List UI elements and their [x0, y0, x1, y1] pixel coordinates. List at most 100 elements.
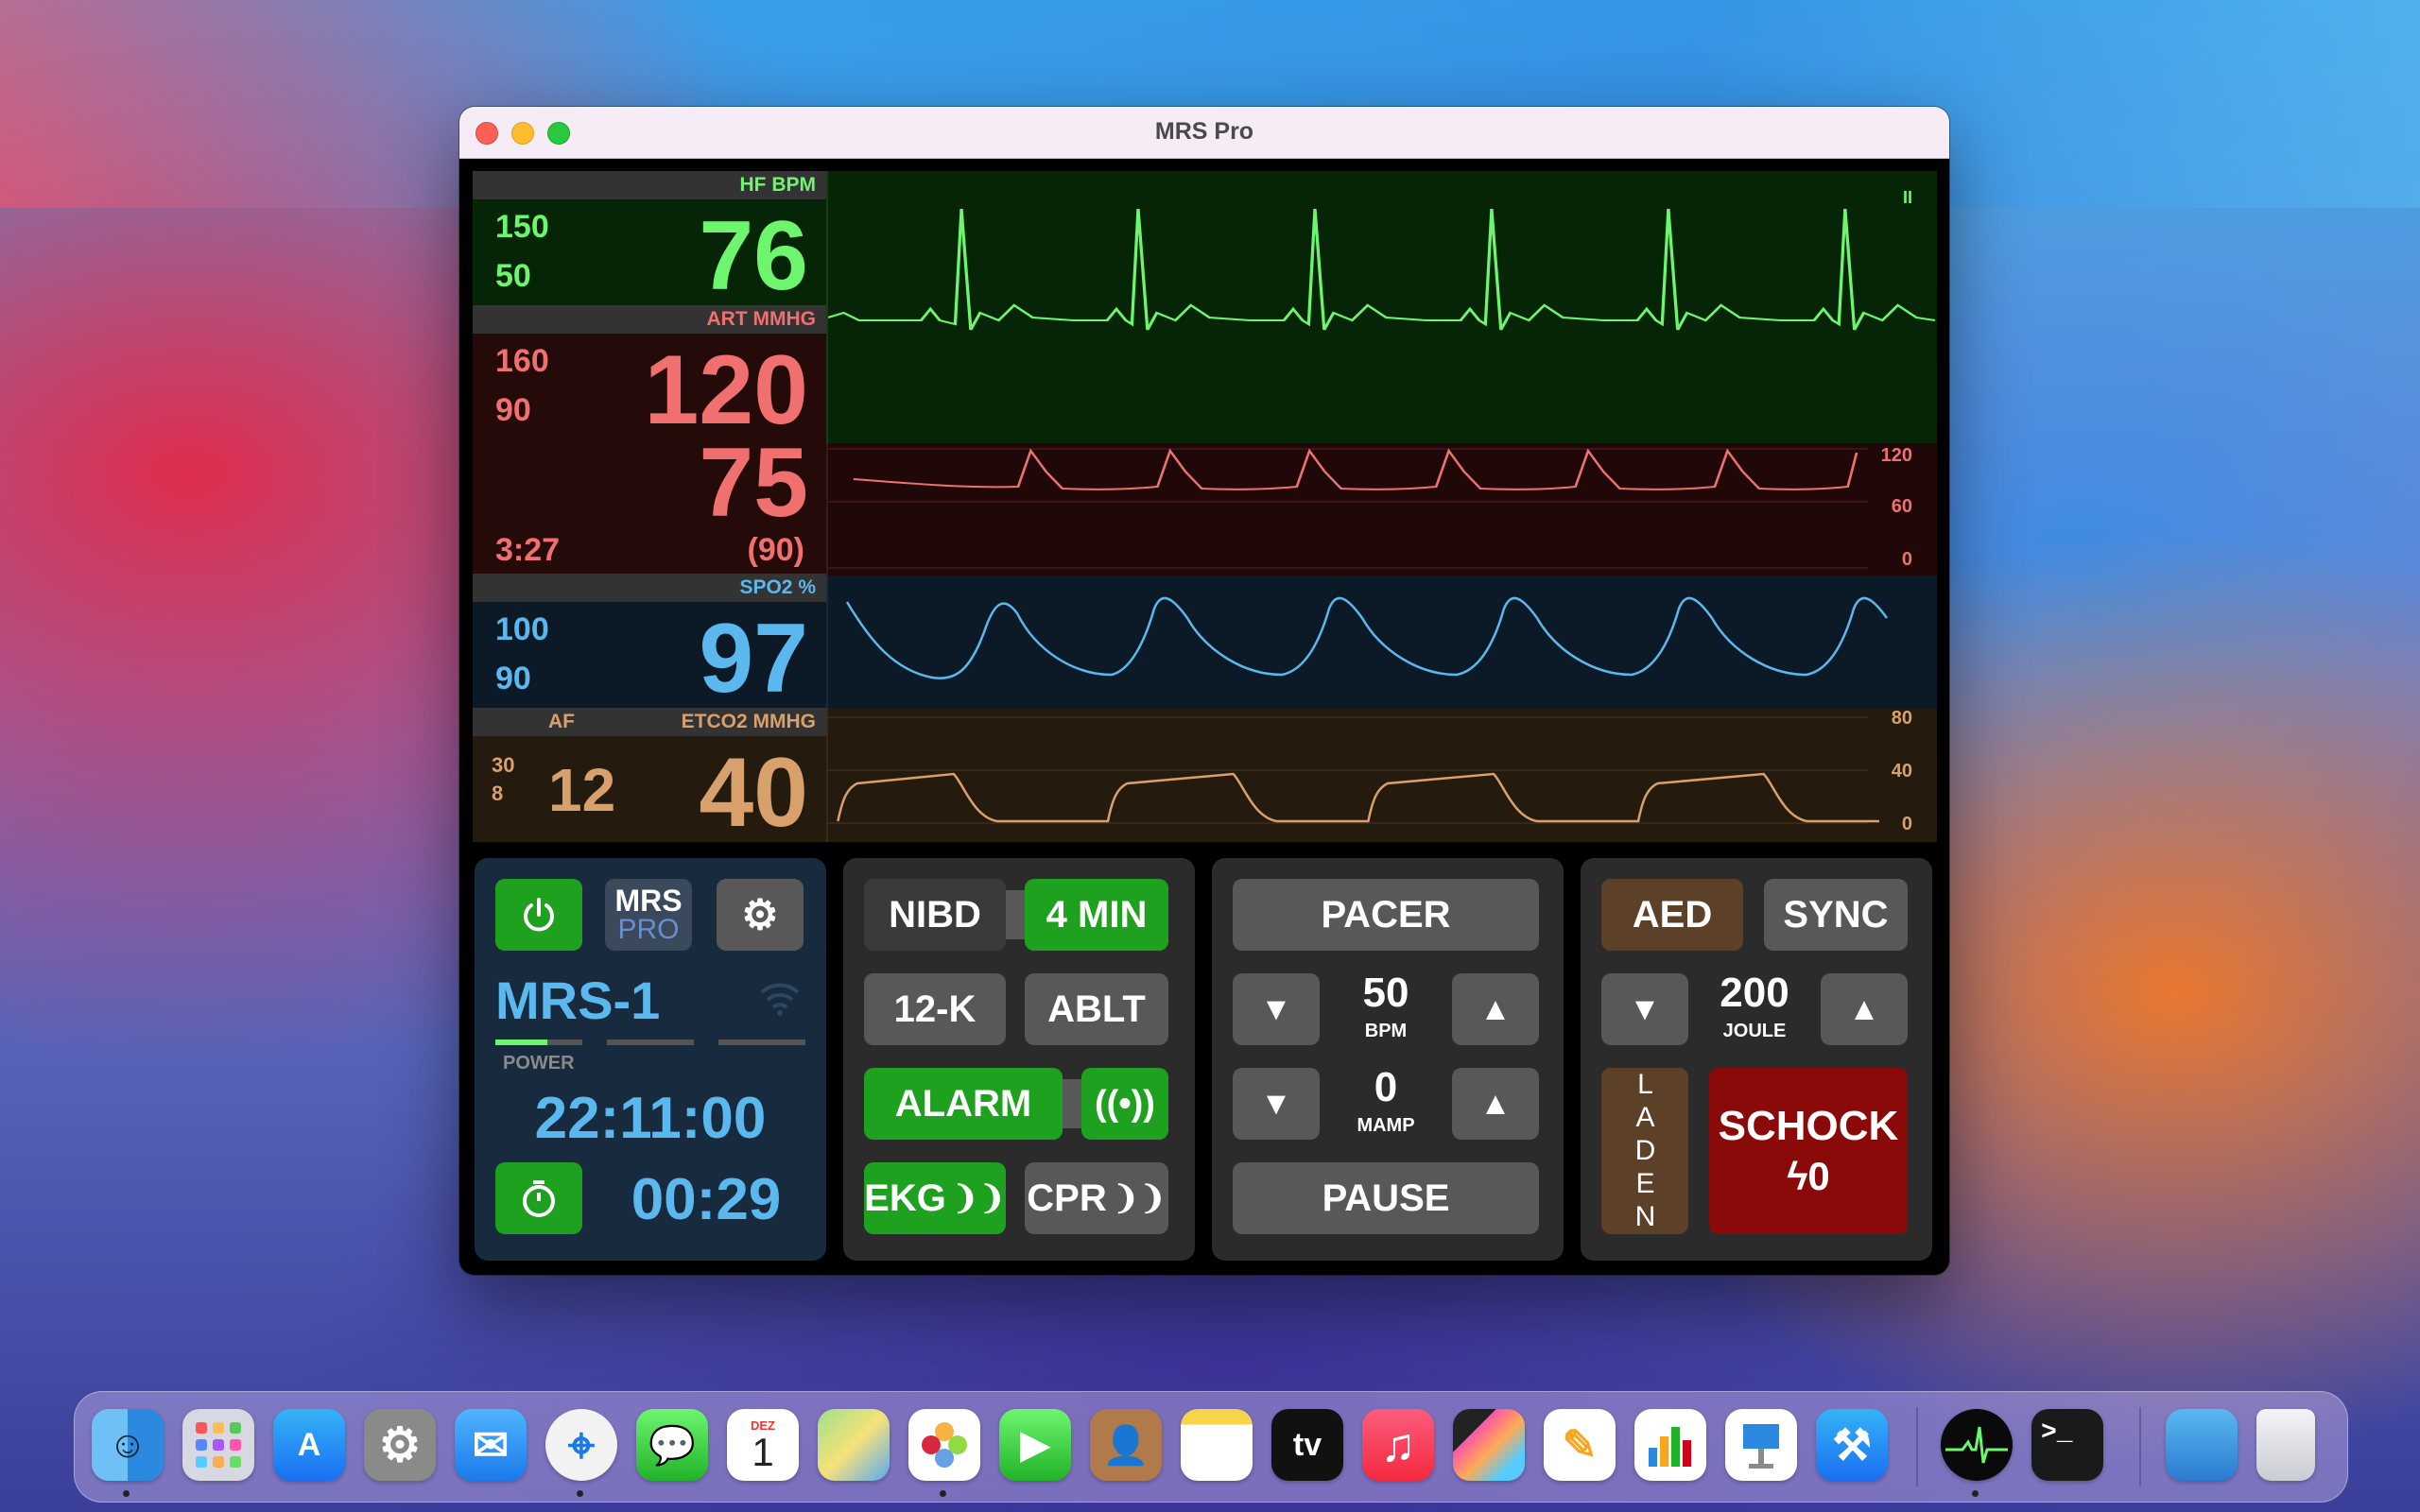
timer-button[interactable]: [495, 1162, 582, 1234]
af-lower-limit: 8: [492, 782, 504, 805]
alarm-button[interactable]: ALARM: [864, 1068, 1063, 1140]
aed-button[interactable]: AED: [1601, 879, 1743, 951]
spo2-panel: SPO2 % 100 90 97: [473, 574, 827, 708]
xcode-icon[interactable]: ⚒: [1816, 1409, 1888, 1481]
rate-down-button[interactable]: ▼: [1233, 973, 1320, 1045]
stopwatch-icon: [523, 1180, 555, 1217]
etco2-trace: [828, 716, 1879, 824]
sound-icon: ❩❩: [951, 1180, 1006, 1216]
spo2-header: SPO2 %: [473, 574, 827, 602]
hf-panel: HF BPM 150 50 76: [473, 171, 827, 305]
alarm-sound-button[interactable]: ((•)): [1081, 1068, 1168, 1140]
keynote-icon[interactable]: [1725, 1409, 1797, 1481]
notes-icon[interactable]: [1181, 1409, 1253, 1481]
app-window: MRS Pro HF BPM 150 50 76 ART MMHG 160 90…: [459, 107, 1949, 1275]
device-panel: MRS PRO ⚙ MRS-1 POWER 22:11:00 00:29: [475, 858, 826, 1261]
facetime-icon[interactable]: ▶: [999, 1409, 1071, 1481]
etco2-scale-low: 0: [1901, 814, 1912, 834]
hf-header: HF BPM: [473, 171, 827, 199]
contacts-icon[interactable]: 👤: [1090, 1409, 1162, 1481]
etco2-waveform: 80 40 0: [826, 708, 1937, 842]
energy-unit: JOULE: [1722, 1021, 1787, 1041]
photos-running-dot: [940, 1490, 946, 1497]
finder-icon[interactable]: ☺: [92, 1409, 164, 1481]
safari-running-dot: [577, 1490, 583, 1497]
wifi-icon: [760, 983, 800, 1016]
maps-icon[interactable]: [818, 1409, 890, 1481]
art-systolic: 120: [644, 335, 808, 445]
logo-bottom: PRO: [617, 914, 680, 945]
spo2-lower-limit: 90: [495, 661, 531, 696]
calendar-day: 1: [752, 1429, 774, 1474]
dock-separator: [1916, 1407, 1918, 1486]
triangle-down-icon: ▼: [1260, 1085, 1292, 1122]
current-up-button[interactable]: ▲: [1452, 1068, 1539, 1140]
laden-label: LADEN: [1630, 1068, 1661, 1234]
final-cut-icon[interactable]: [1453, 1409, 1525, 1481]
bar-chart-glyph: [1649, 1427, 1691, 1467]
schock-button[interactable]: SCHOCK ϟ0: [1709, 1068, 1908, 1234]
launchpad-icon[interactable]: [182, 1409, 254, 1481]
energy-value: 200: [1720, 970, 1789, 1016]
alarm-connector: [1063, 1079, 1081, 1128]
music-icon[interactable]: ♫: [1362, 1409, 1434, 1481]
pages-icon[interactable]: ✎: [1544, 1409, 1616, 1481]
sync-button[interactable]: SYNC: [1764, 879, 1908, 951]
apple-tv-icon[interactable]: tv: [1271, 1409, 1343, 1481]
art-scale-mid: 60: [1891, 496, 1912, 517]
hf-upper-limit: 150: [495, 209, 549, 245]
mrs-pro-icon[interactable]: [1941, 1409, 2013, 1481]
terminal-icon[interactable]: >_: [2031, 1409, 2103, 1481]
pause-button[interactable]: PAUSE: [1233, 1162, 1539, 1234]
logo-top: MRS: [614, 884, 683, 918]
trash-icon[interactable]: [2256, 1409, 2315, 1481]
ablt-button[interactable]: ABLT: [1025, 973, 1168, 1045]
launchpad-grid: [196, 1422, 241, 1468]
rate-up-button[interactable]: ▲: [1452, 973, 1539, 1045]
bar-3: [718, 1040, 805, 1045]
energy-down-button[interactable]: ▼: [1601, 973, 1688, 1045]
system-preferences-icon[interactable]: ⚙: [364, 1409, 436, 1481]
mail-icon[interactable]: ✉: [455, 1409, 527, 1481]
finder-running-dot: [123, 1490, 130, 1497]
art-trace: [828, 448, 1868, 569]
messages-icon[interactable]: 💬: [636, 1409, 708, 1481]
ekg-sound-button[interactable]: EKG ❩❩: [864, 1162, 1006, 1234]
app-store-icon[interactable]: A: [273, 1409, 345, 1481]
bar-2: [607, 1040, 694, 1045]
etco2-header: ETCO2 MMHG: [681, 711, 816, 732]
hf-value: 76: [699, 201, 808, 311]
safari-icon[interactable]: ⌖: [545, 1409, 617, 1481]
cpr-sound-button[interactable]: CPR ❩❩: [1025, 1162, 1168, 1234]
sound-icon: ❩❩: [1112, 1180, 1167, 1216]
12k-button[interactable]: 12-K: [864, 973, 1006, 1045]
photos-icon[interactable]: [908, 1409, 980, 1481]
mrs-pro-running-dot: [1972, 1490, 1979, 1497]
ekg-waveform: II: [826, 171, 1937, 443]
triangle-down-icon: ▼: [1629, 990, 1661, 1027]
hf-lower-limit: 50: [495, 258, 531, 294]
art-diastolic: 75: [699, 428, 808, 538]
dock-separator: [2139, 1407, 2141, 1486]
nibd-connector: [1006, 890, 1025, 939]
art-panel: ART MMHG 160 90 120 75 3:27 (90): [473, 305, 827, 574]
laden-button[interactable]: LADEN: [1601, 1068, 1688, 1234]
numbers-icon[interactable]: [1634, 1409, 1706, 1481]
preview-icon[interactable]: [2166, 1409, 2238, 1481]
spo2-waveform: [826, 576, 1937, 708]
triangle-up-icon: ▲: [1479, 990, 1512, 1027]
triangle-up-icon: ▲: [1479, 1085, 1512, 1122]
pacer-button[interactable]: PACER: [1233, 879, 1539, 951]
nibd-interval-button[interactable]: 4 MIN: [1025, 879, 1168, 951]
current-down-button[interactable]: ▼: [1233, 1068, 1320, 1140]
energy-up-button[interactable]: ▲: [1821, 973, 1908, 1045]
ekg-label: EKG: [864, 1177, 946, 1219]
cpr-label: CPR: [1027, 1177, 1107, 1219]
pacer-current: 0: [1374, 1064, 1398, 1110]
pause-indicator[interactable]: II: [1903, 188, 1912, 208]
calendar-icon[interactable]: DEZ 1: [727, 1409, 799, 1481]
nibd-button[interactable]: NIBD: [864, 879, 1006, 951]
power-button[interactable]: [495, 879, 582, 951]
mrs-pro-logo-button[interactable]: MRS PRO: [605, 879, 692, 951]
settings-button[interactable]: ⚙: [717, 879, 804, 951]
